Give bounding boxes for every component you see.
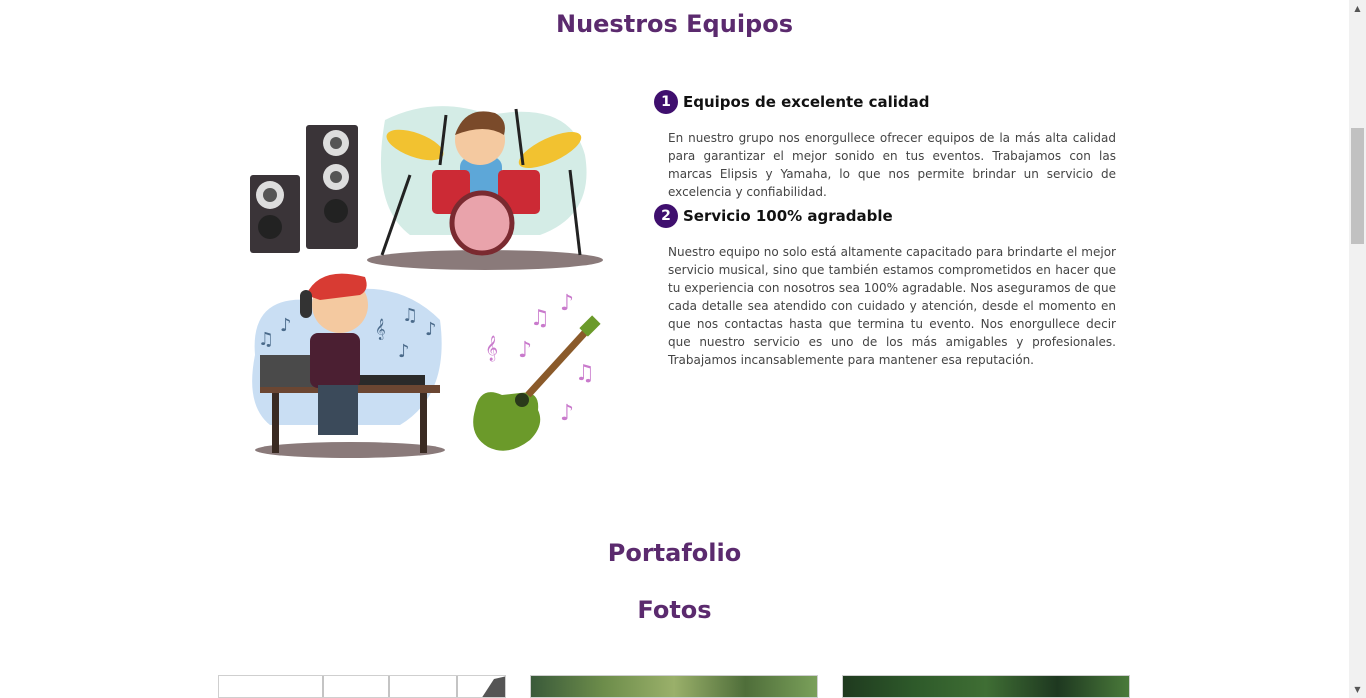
feature-description: En nuestro grupo nos enorgullece ofrecer… [668,131,1116,199]
feature-description: Nuestro equipo no solo está altamente ca… [668,245,1116,367]
feature-header: 2 Servicio 100% agradable [654,203,1124,229]
scroll-down-arrow-icon[interactable]: ▼ [1349,681,1366,698]
svg-text:♫: ♫ [258,329,274,350]
speakers-icon [250,125,358,253]
gallery-photo[interactable] [530,675,818,698]
svg-text:♪: ♪ [398,341,410,362]
svg-text:♪: ♪ [560,401,574,426]
section-title-equipos: Nuestros Equipos [555,10,793,38]
feature-title: Equipos de excelente calidad [683,93,930,111]
svg-text:𝄞: 𝄞 [485,335,498,361]
svg-text:♫: ♫ [575,361,595,386]
scrollbar-thumb[interactable] [1351,128,1364,244]
feature-item: 2 Servicio 100% agradable Nuestro equipo… [654,203,1124,369]
feature-title: Servicio 100% agradable [683,207,893,225]
gallery-photo[interactable] [842,675,1130,698]
music-equipment-illustration: 𝄞 ♪ ♫♪ ♫♪ ♫♪ 𝄞♫ ♪♪ [250,106,603,458]
page: Nuestros Equipos 𝄞 ♪ ♫ ♪ ♫ ♪ ♫ ♪ 𝄞 ♫ ♪ ♪… [0,0,1349,698]
svg-text:♪: ♪ [425,319,437,340]
section-subtitle-fotos: Fotos [637,596,712,624]
svg-text:♫: ♫ [530,306,550,331]
svg-text:𝄞: 𝄞 [375,319,386,340]
vertical-scrollbar[interactable]: ▲ ▼ [1349,0,1366,698]
feature-number-badge: 1 [654,90,678,114]
dj-icon [252,273,445,458]
svg-text:♪: ♪ [280,315,292,336]
photo-thumbnail [322,676,505,697]
scroll-up-arrow-icon[interactable]: ▲ [1349,0,1366,17]
gallery-photo[interactable] [218,675,506,698]
svg-text:♪: ♪ [518,338,532,363]
section-title-portafolio: Portafolio [607,539,742,567]
svg-text:♪: ♪ [560,291,574,316]
svg-text:♫: ♫ [402,305,418,326]
feature-item: 1 Equipos de excelente calidad En nuestr… [654,89,1124,201]
drummer-icon [367,106,603,270]
feature-number-badge: 2 [654,204,678,228]
feature-header: 1 Equipos de excelente calidad [654,89,1124,115]
